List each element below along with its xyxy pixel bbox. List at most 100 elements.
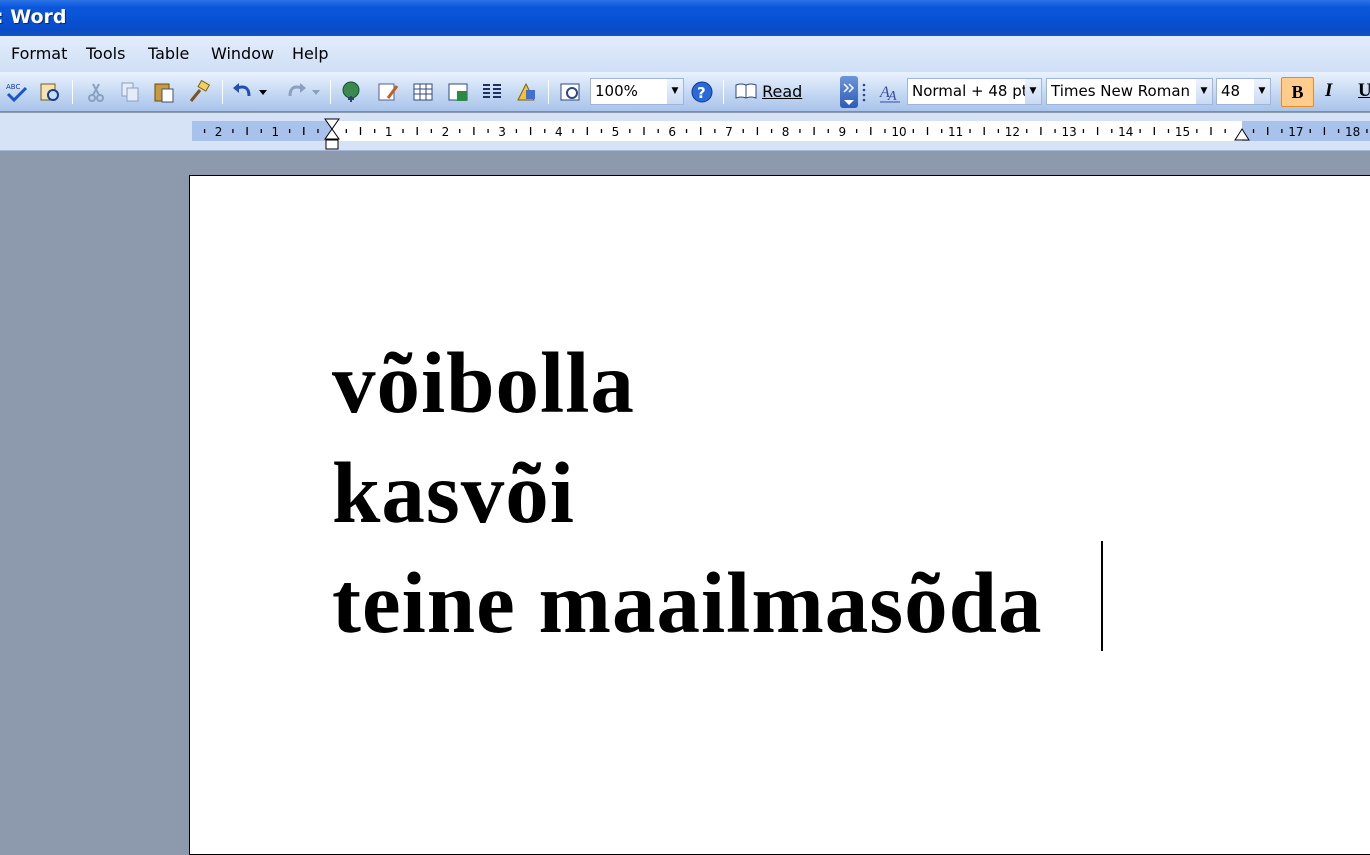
ruler-label: 4 [555,125,563,139]
ruler-tick [799,129,801,133]
insert-excel-worksheet-icon[interactable] [446,80,470,104]
ruler-tick [303,127,305,135]
document-line-1: võibolla [332,334,635,431]
undo-dropdown-icon[interactable] [256,80,270,104]
document-page[interactable]: võibolla kasvõi teine maailmasõda [189,175,1370,855]
ruler-label: 11 [948,125,963,139]
chevron-down-icon[interactable]: ▼ [1254,79,1270,104]
ruler-label: 13 [1061,125,1076,139]
horizontal-ruler[interactable]: 2 1 1 2 3 4 5 6 7 8 9 10 11 12 13 14 15 17 18 [0,113,1370,151]
menu-help[interactable]: Help [292,44,328,63]
underline-button[interactable]: U [1358,80,1370,102]
columns-icon[interactable] [480,80,504,104]
document-map-icon[interactable] [558,80,582,104]
italic-button[interactable]: I [1325,80,1332,102]
menu-window[interactable]: Window [211,44,274,63]
research-icon[interactable] [38,80,62,104]
zoom-select[interactable]: 100% ▼ [590,78,684,105]
ruler-label: 14 [1118,125,1133,139]
menu-bar: Format Tools Table Window Help [0,36,1370,72]
format-painter-icon[interactable] [187,80,211,104]
redo-dropdown-icon[interactable] [309,80,323,104]
ruler-tick [288,129,291,133]
ruler-tick [685,129,688,133]
menu-tools[interactable]: Tools [86,44,125,63]
zoom-value: 100% [595,82,638,100]
ruler-tick [1026,129,1028,133]
ruler-label: 1 [385,125,393,139]
tables-borders-icon[interactable] [376,80,400,104]
ruler-tick [232,129,234,133]
toolbar-options-icon[interactable] [840,76,858,108]
help-icon[interactable]: ? [690,80,714,104]
ruler-tick [941,129,943,133]
ruler-label: 6 [668,125,676,139]
drawing-icon[interactable] [514,80,538,104]
document-line-3: teine maailmasõda [332,554,1043,651]
text-cursor [1101,541,1103,651]
ruler-label: 10 [891,125,906,139]
undo-icon[interactable] [231,80,255,104]
ruler-tick [1196,129,1198,133]
document-body[interactable]: võibolla kasvõi teine maailmasõda [332,328,1043,658]
read-button[interactable]: Read [735,80,802,104]
insert-hyperlink-icon[interactable] [341,80,365,104]
ruler-tick [1323,127,1326,135]
ruler-tick [1224,129,1226,133]
ruler-label: 12 [1005,125,1020,139]
ruler-tick [912,129,914,133]
toolbar-grip-icon[interactable] [860,80,868,104]
ruler-label: 5 [612,125,620,139]
svg-text:ABC: ABC [6,83,20,91]
ruler-label: 3 [498,125,506,139]
toolbar-separator [330,80,331,104]
font-select[interactable]: Times New Roman ▼ [1046,78,1213,105]
ruler-tick [246,127,248,135]
right-indent-icon[interactable] [1234,127,1250,141]
chevron-down-icon[interactable]: ▼ [1025,79,1041,104]
document-line-2: kasvõi [332,444,575,541]
paste-icon[interactable] [152,80,176,104]
toolbar-separator [222,80,223,104]
ruler-tick [1309,129,1311,133]
ruler-ticks: 2 1 1 2 3 4 5 6 7 8 9 10 11 12 13 14 15 17 18 [203,125,1368,139]
ruler-tick [600,129,603,133]
ruler-tick [317,129,319,133]
style-select[interactable]: Normal + 48 pt ▼ [907,78,1042,105]
ruler-tick [459,129,461,133]
ruler-tick [1366,129,1368,133]
ruler-label: 7 [725,125,733,139]
toolbar-separator [72,80,73,104]
ruler-label: 8 [782,125,790,139]
chevron-down-icon[interactable]: ▼ [667,79,683,104]
styles-formatting-icon[interactable]: AA [878,80,902,104]
insert-table-icon[interactable] [411,80,435,104]
ruler-tick [983,127,985,135]
ruler-tick [657,129,659,133]
ruler-tick [855,129,858,133]
chevron-down-icon[interactable]: ▼ [1196,79,1212,104]
ruler-tick [813,127,815,135]
ruler-label: 15 [1175,125,1190,139]
ruler-tick [1281,129,1283,133]
menu-table[interactable]: Table [148,44,189,63]
font-size-value: 48 [1221,82,1241,100]
toolbar-separator [548,80,549,104]
title-bar: : Word [0,0,1370,36]
ruler-tick [1054,129,1056,133]
ruler-tick [430,129,433,133]
indent-markers-icon[interactable] [323,117,341,151]
cut-icon[interactable] [84,80,108,104]
ruler-tick [203,129,206,133]
font-size-select[interactable]: 48 ▼ [1216,78,1271,105]
ruler-tick [374,129,376,133]
menu-format[interactable]: Format [11,44,67,63]
redo-icon[interactable] [284,80,308,104]
ruler-tick [756,127,759,135]
ruler-tick [1337,129,1340,133]
bold-button[interactable]: B [1281,77,1314,107]
copy-icon[interactable] [118,80,142,104]
ruler-tick [345,129,347,133]
spelling-grammar-icon[interactable]: ABC [5,80,29,104]
ruler-tick [1267,127,1269,135]
